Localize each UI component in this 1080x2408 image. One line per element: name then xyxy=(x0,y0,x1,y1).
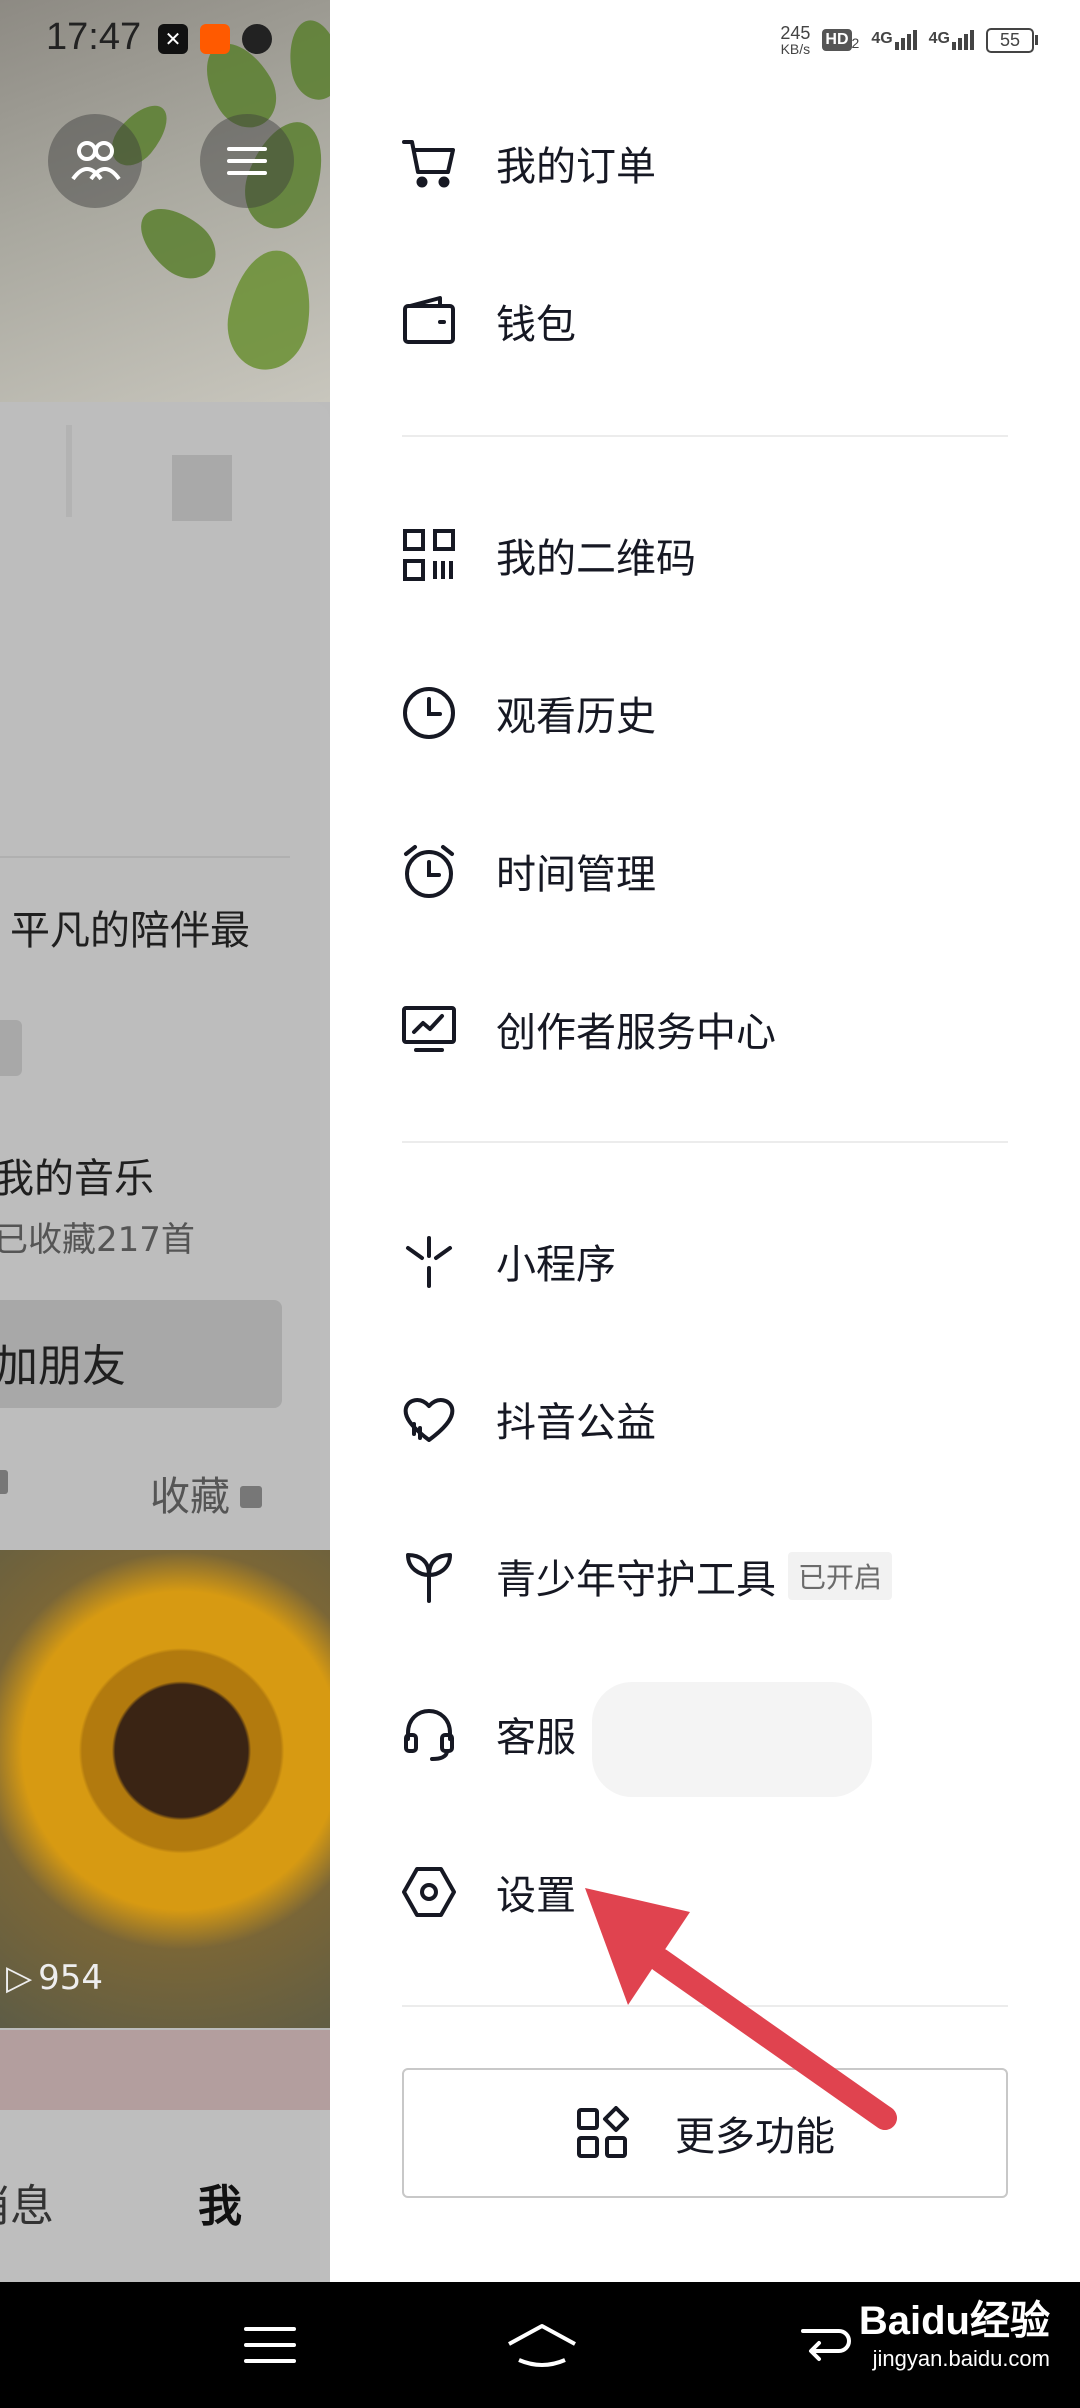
home-icon xyxy=(508,2324,576,2367)
watermark-url: jingyan.baidu.com xyxy=(872,2346,1050,2371)
home-button[interactable] xyxy=(502,2282,582,2408)
baidu-jingyan-watermark: Baidu经验 jingyan.baidu.com xyxy=(859,2288,1050,2372)
back-icon xyxy=(801,2329,851,2361)
annotation-arrow xyxy=(585,1888,897,2130)
recent-apps-button[interactable] xyxy=(240,2282,300,2408)
menu-lines-icon xyxy=(244,2327,296,2363)
watermark-brand: Baidu经验 xyxy=(858,2299,1050,2343)
back-button[interactable] xyxy=(795,2282,855,2408)
